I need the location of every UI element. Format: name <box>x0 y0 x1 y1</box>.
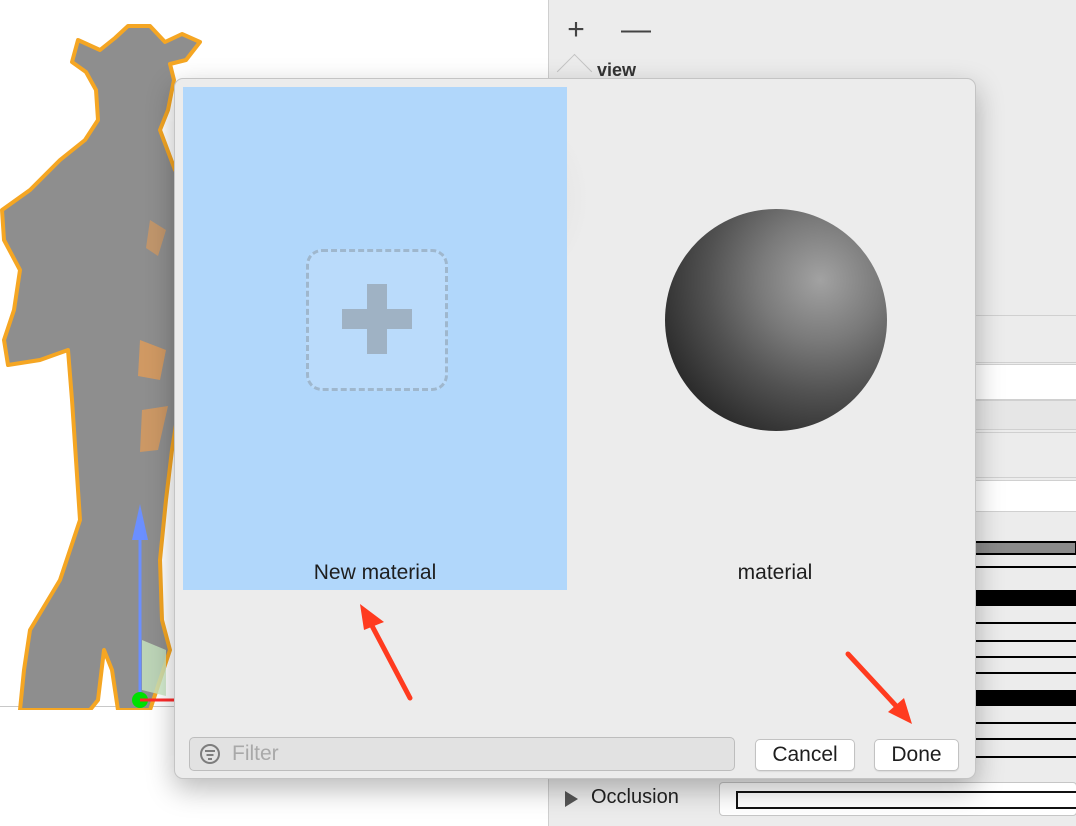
transform-gizmo[interactable] <box>120 500 180 710</box>
inspector-row <box>969 400 1076 430</box>
color-well[interactable] <box>973 590 1076 606</box>
inspector-field[interactable] <box>969 480 1076 512</box>
y-axis-arrow-icon <box>132 504 148 540</box>
add-button[interactable]: + <box>561 12 591 48</box>
plus-icon: + <box>567 13 585 46</box>
cancel-button[interactable]: Cancel <box>755 739 855 771</box>
inspector-divider <box>973 656 1076 658</box>
disclosure-triangle-icon[interactable] <box>565 791 578 807</box>
color-well[interactable] <box>973 690 1076 706</box>
material-tile-new[interactable]: New material <box>183 87 567 590</box>
inspector-divider <box>973 622 1076 624</box>
inspector-field[interactable] <box>969 364 1076 400</box>
inspector-divider <box>973 738 1076 740</box>
occlusion-label: Occlusion <box>591 786 679 808</box>
add-material-icon <box>306 249 448 391</box>
tile-label: New material <box>313 561 437 584</box>
minus-icon: — <box>621 13 651 46</box>
filter-icon <box>200 744 220 764</box>
inspector-divider <box>973 566 1076 568</box>
inspector-row <box>969 432 1076 478</box>
remove-button[interactable]: — <box>621 12 651 48</box>
filter-input[interactable] <box>232 738 722 770</box>
inspector-divider <box>973 722 1076 724</box>
color-well[interactable] <box>973 541 1076 555</box>
inspector-divider <box>973 672 1076 674</box>
done-button[interactable]: Done <box>874 739 959 771</box>
occlusion-value-box <box>736 791 1076 809</box>
occlusion-field[interactable] <box>719 782 1076 816</box>
inspector-row <box>969 315 1076 363</box>
tile-label: material <box>737 561 813 584</box>
filter-field[interactable] <box>189 737 735 771</box>
material-picker-popover: New material material Cancel Done <box>174 78 976 779</box>
material-tile-material[interactable]: material <box>583 87 967 590</box>
inspector-divider <box>973 756 1076 758</box>
material-sphere-icon <box>665 209 887 431</box>
inspector-divider <box>973 640 1076 642</box>
z-axis-plane-icon <box>142 640 166 696</box>
